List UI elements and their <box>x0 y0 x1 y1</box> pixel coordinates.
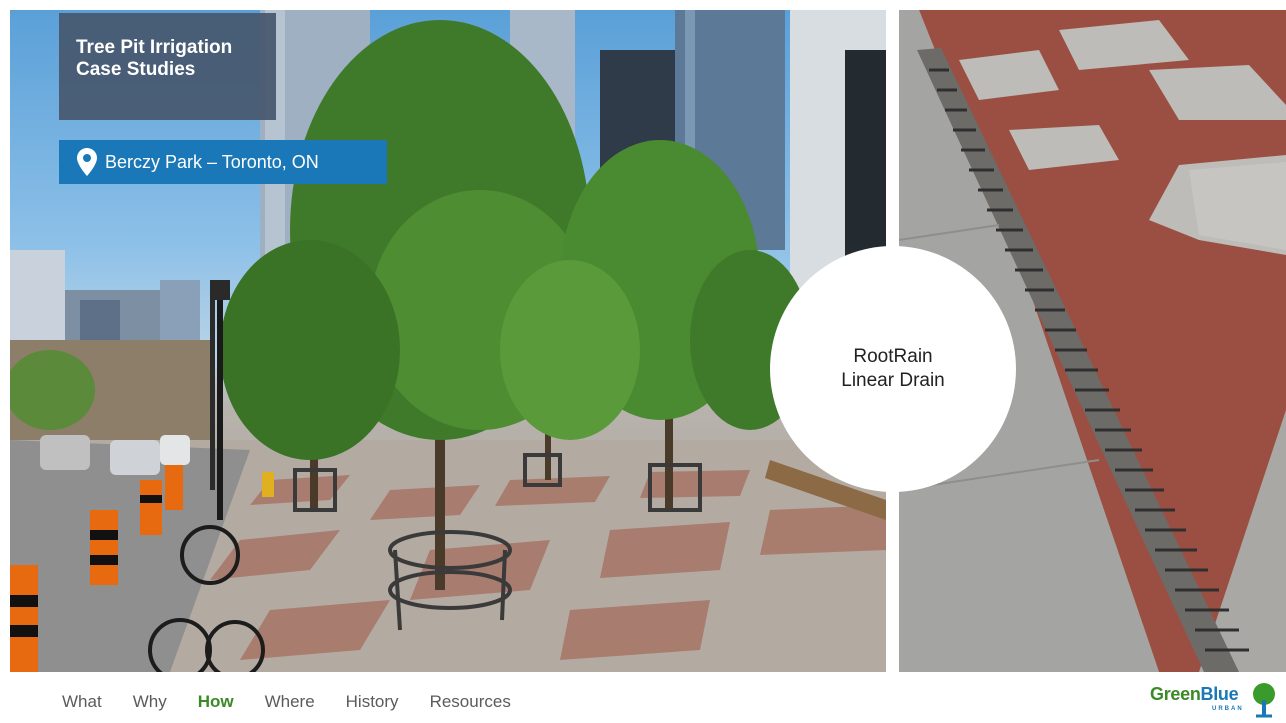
slide-title-line-2: Case Studies <box>76 59 196 80</box>
callout-circle: RootRain Linear Drain <box>770 246 1016 492</box>
bottom-nav: What Why How Where History Resources <box>62 688 542 716</box>
slide-title-box: Tree Pit Irrigation Case Studies <box>59 13 276 120</box>
tree-logo-icon <box>1253 683 1275 718</box>
nav-item-how[interactable]: How <box>198 692 234 712</box>
logo-wordmark: GreenBlue <box>1150 684 1239 704</box>
location-text: Berczy Park – Toronto, ON <box>105 151 319 172</box>
nav-item-history[interactable]: History <box>346 692 399 712</box>
nav-item-resources[interactable]: Resources <box>430 692 511 712</box>
callout-line-1: RootRain <box>853 346 933 367</box>
nav-item-what[interactable]: What <box>62 692 102 712</box>
nav-item-where[interactable]: Where <box>265 692 315 712</box>
location-bar: Berczy Park – Toronto, ON <box>59 140 387 184</box>
map-pin-icon <box>77 148 97 176</box>
callout-line-2: Linear Drain <box>841 370 945 391</box>
slide-title-line-1: Tree Pit Irrigation <box>76 37 233 58</box>
nav-item-why[interactable]: Why <box>133 692 167 712</box>
logo-subtext: URBAN <box>1212 706 1244 712</box>
greenblue-logo[interactable]: GreenBlue URBAN <box>1150 682 1280 720</box>
